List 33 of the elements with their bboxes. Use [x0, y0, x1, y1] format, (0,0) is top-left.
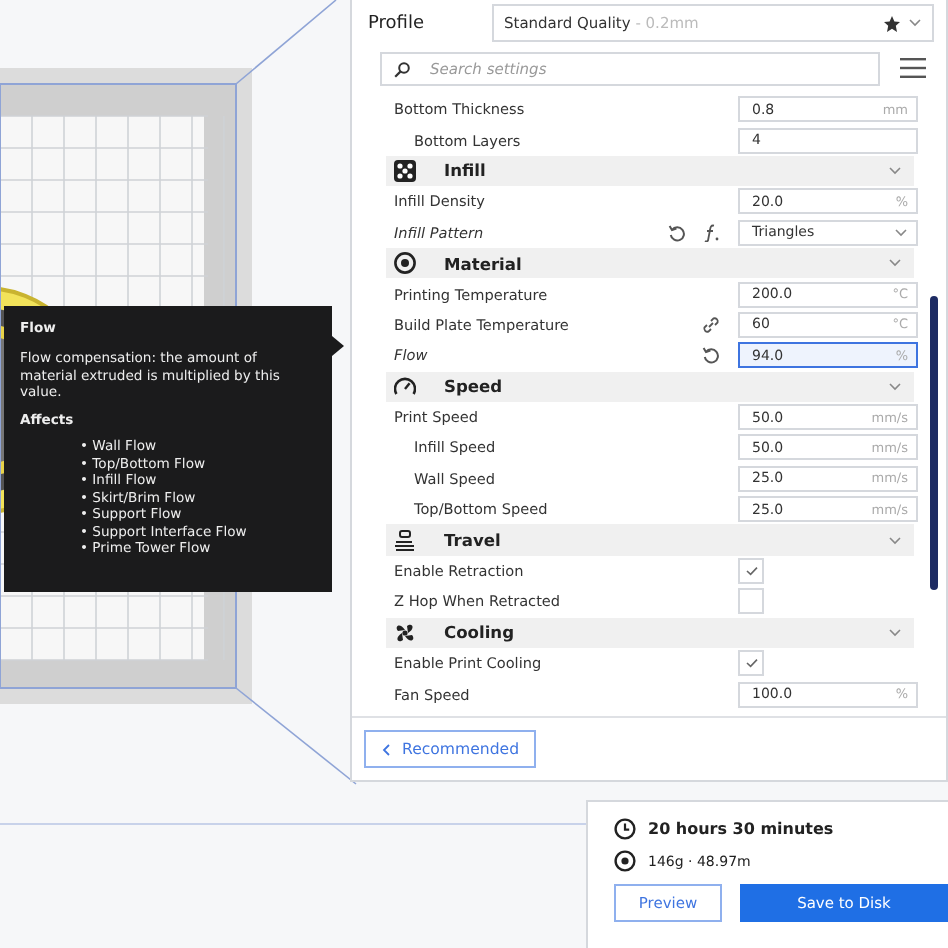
- category-header[interactable]: Infill: [386, 155, 914, 187]
- reset-icon[interactable]: [668, 223, 686, 242]
- category-header[interactable]: Speed: [386, 371, 914, 402]
- category-header[interactable]: Material: [386, 247, 914, 279]
- chevron-down-icon: [888, 258, 902, 269]
- print-time: 20 hours 30 minutes: [648, 820, 834, 838]
- fan-icon: [394, 621, 416, 644]
- category-header[interactable]: Cooling: [386, 617, 914, 649]
- spool-icon: [394, 252, 416, 275]
- profile-label: Profile: [368, 13, 426, 33]
- reset-icon[interactable]: [702, 346, 720, 365]
- chevron-down-icon: [888, 165, 902, 176]
- chevron-down-icon: [888, 381, 902, 392]
- gauge-icon: [394, 375, 416, 398]
- chevron-left-icon: [382, 743, 390, 755]
- checkbox[interactable]: [738, 588, 764, 615]
- checkbox[interactable]: [738, 558, 764, 585]
- nozzle-icon: [394, 529, 416, 552]
- infill-icon: [394, 159, 416, 182]
- chevron-icon: [908, 18, 922, 28]
- search-icon: [394, 61, 410, 77]
- chevron-down-icon: [894, 227, 908, 238]
- checkmark-icon: [745, 566, 757, 577]
- chevron-down-icon: [888, 535, 902, 546]
- checkmark-icon: [745, 658, 757, 669]
- scrollbar[interactable]: [930, 296, 938, 590]
- menu-icon[interactable]: [900, 58, 926, 78]
- category-header[interactable]: Travel: [386, 524, 914, 556]
- chevron-down-icon: [888, 627, 902, 638]
- checkbox[interactable]: [738, 650, 764, 677]
- spool-icon: [614, 850, 636, 872]
- clock-icon: [614, 818, 636, 840]
- star-icon: [884, 15, 900, 31]
